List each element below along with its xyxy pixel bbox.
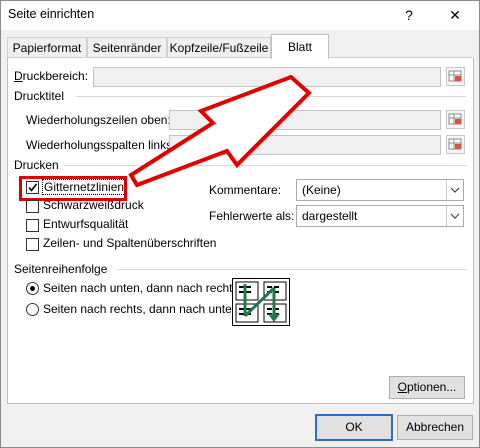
annotation-arrow-icon xyxy=(128,74,312,188)
page-setup-dialog: Seite einrichten ? ✕ Papierformat Seiten… xyxy=(0,0,480,448)
tab-blatt[interactable]: Blatt xyxy=(271,34,329,59)
